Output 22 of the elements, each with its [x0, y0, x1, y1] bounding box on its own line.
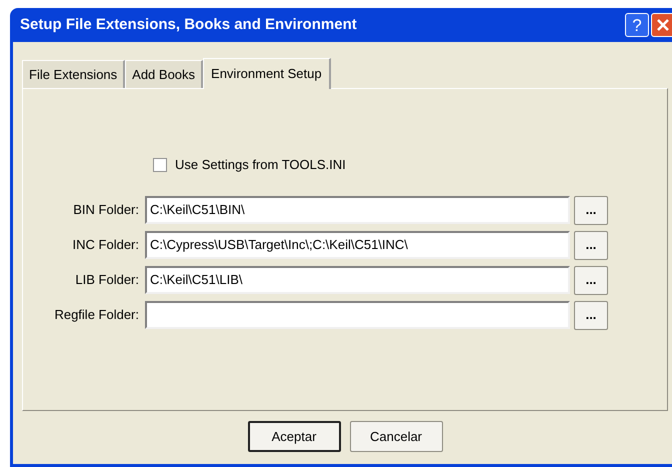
checkbox-label: Use Settings from TOOLS.INI — [175, 156, 346, 174]
folder-field[interactable] — [145, 301, 570, 329]
folder-field[interactable]: C:\Keil\C51\LIB\ — [145, 266, 570, 294]
folder-label: Regfile Folder: — [53, 306, 140, 324]
tab[interactable]: Add Books — [125, 60, 204, 88]
window-title: Setup File Extensions, Books and Environment — [20, 14, 358, 35]
folder-label: LIB Folder: — [74, 271, 140, 290]
browse-button[interactable]: ... — [574, 230, 608, 260]
folder-field[interactable]: C:\Keil\C51\BIN\ — [145, 196, 570, 224]
folder-label: INC Folder: — [72, 236, 140, 254]
close-icon[interactable] — [651, 13, 672, 37]
dialog-button[interactable]: Cancelar — [350, 421, 442, 452]
folder-field[interactable]: C:\Cypress\USB\Target\Inc\;C:\Keil\C51\INC\ — [145, 231, 570, 259]
tab[interactable]: File Extensions — [22, 60, 126, 88]
folder-label: BIN Folder: — [72, 201, 140, 220]
help-button[interactable]: ? — [625, 13, 649, 37]
browse-button[interactable]: ... — [574, 196, 608, 224]
tab[interactable]: Environment Setup — [203, 58, 331, 89]
browse-button[interactable]: ... — [574, 300, 608, 330]
dialog-button[interactable]: Aceptar — [248, 421, 340, 452]
checkbox[interactable] — [153, 158, 167, 172]
browse-button[interactable]: ... — [574, 266, 608, 294]
